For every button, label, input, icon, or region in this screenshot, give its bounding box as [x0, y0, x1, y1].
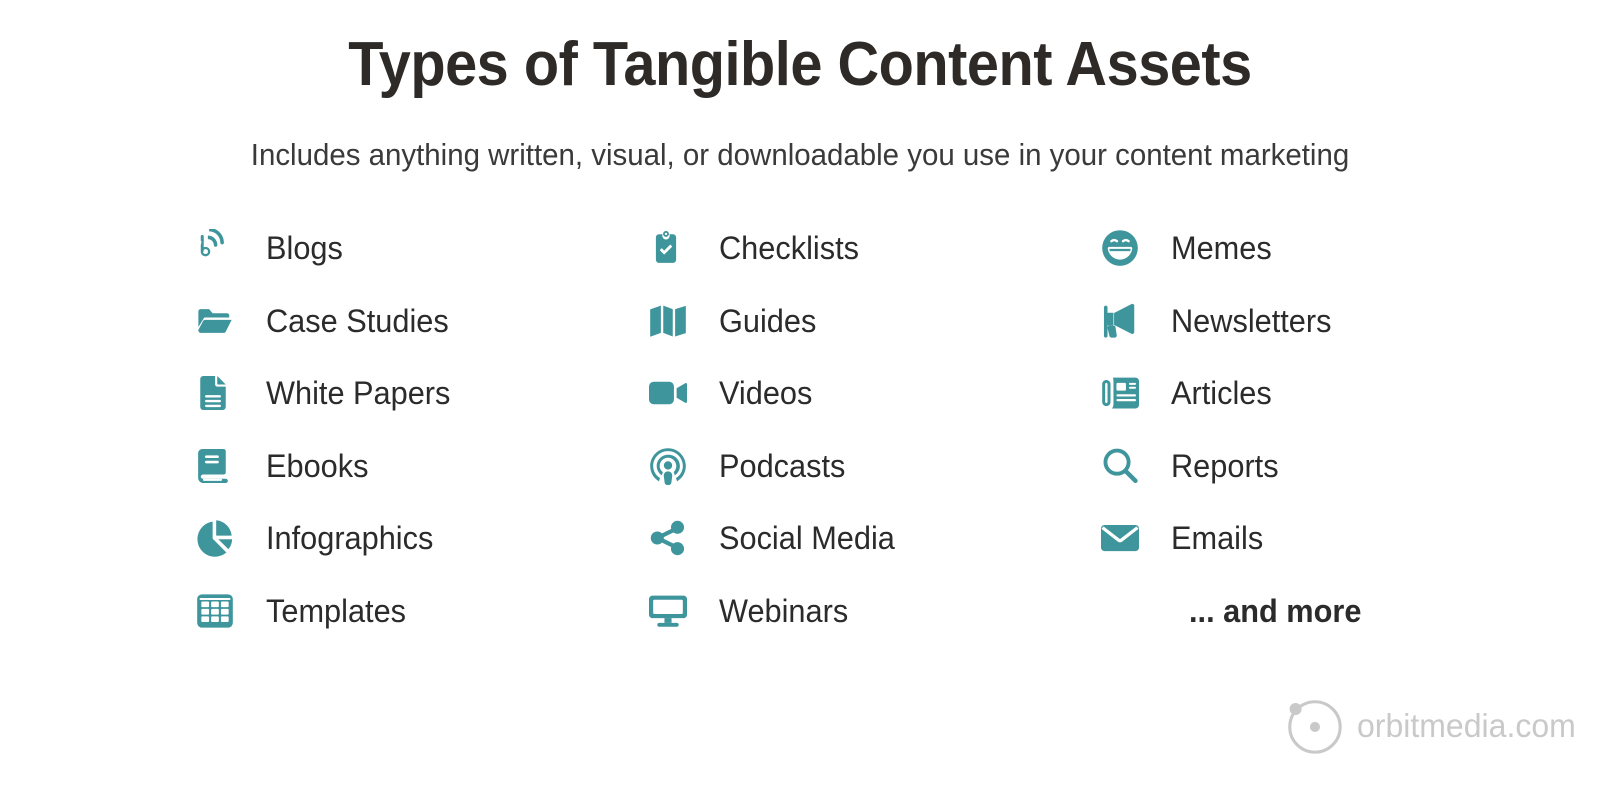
list-item-label: Videos	[719, 375, 813, 412]
asset-type-columns: Blogs Case Studies White Papers Ebooks I…	[0, 212, 1600, 642]
list-item-label: White Papers	[266, 375, 451, 412]
list-item[interactable]: Templates	[196, 575, 636, 648]
list-item-label: Webinars	[719, 592, 849, 629]
grid-table-icon	[196, 588, 242, 634]
list-item[interactable]: Blogs	[196, 212, 636, 285]
list-item-label: Guides	[719, 302, 817, 339]
video-camera-icon	[649, 370, 695, 416]
bullhorn-icon	[1101, 298, 1147, 344]
document-icon	[196, 370, 242, 416]
infographic-canvas: Types of Tangible Content Assets Include…	[0, 0, 1600, 800]
list-item-label: Newsletters	[1171, 302, 1332, 339]
list-item[interactable]: Reports	[1101, 430, 1541, 503]
list-item-label: Articles	[1171, 375, 1272, 412]
list-item[interactable]: White Papers	[196, 357, 636, 430]
list-item-label: Memes	[1171, 230, 1272, 267]
list-item-label: Checklists	[719, 230, 859, 267]
list-item[interactable]: Guides	[649, 285, 1089, 358]
list-item-label: Templates	[266, 592, 407, 629]
clipboard-check-icon	[649, 225, 695, 271]
list-item-label: Podcasts	[719, 447, 846, 484]
map-icon	[649, 298, 695, 344]
magnifying-glass-icon	[1101, 443, 1147, 489]
list-item-label: ... and more	[1189, 592, 1362, 629]
list-item[interactable]: Infographics	[196, 502, 636, 575]
list-item[interactable]: Podcasts	[649, 430, 1089, 503]
list-item-label: Emails	[1171, 520, 1264, 557]
list-item-label: Case Studies	[266, 302, 449, 339]
page-subtitle: Includes anything written, visual, or do…	[250, 137, 1350, 172]
envelope-icon	[1101, 515, 1147, 561]
share-nodes-icon	[649, 515, 695, 561]
list-item-label: Reports	[1171, 447, 1279, 484]
newspaper-icon	[1101, 370, 1147, 416]
page-title: Types of Tangible Content Assets	[348, 30, 1252, 99]
blog-icon	[196, 225, 242, 271]
list-item-label: Ebooks	[266, 447, 369, 484]
logo-text: orbitmedia.com	[1357, 706, 1576, 744]
podcast-icon	[649, 443, 695, 489]
desktop-monitor-icon	[649, 588, 695, 634]
list-item[interactable]: Case Studies	[196, 285, 636, 358]
list-item[interactable]: Articles	[1101, 357, 1541, 430]
list-item-label: Blogs	[266, 230, 343, 267]
list-item[interactable]: Social Media	[649, 502, 1089, 575]
folder-icon	[196, 298, 242, 344]
list-item[interactable]: Newsletters	[1101, 285, 1541, 358]
list-item[interactable]: Ebooks	[196, 430, 636, 503]
orbitmedia-logo[interactable]: orbitmedia.com	[1283, 694, 1583, 756]
pie-chart-icon	[196, 515, 242, 561]
list-item[interactable]: Emails	[1101, 502, 1541, 575]
book-icon	[196, 443, 242, 489]
asset-column-1: Blogs Case Studies White Papers Ebooks I…	[196, 212, 636, 647]
asset-column-3: Memes Newsletters Articles Reports Email…	[1101, 212, 1541, 647]
asset-column-2: Checklists Guides Videos Podcasts Social…	[649, 212, 1089, 647]
grin-face-icon	[1101, 225, 1147, 271]
orbit-logo-icon	[1283, 694, 1345, 756]
list-item[interactable]: Webinars	[649, 575, 1089, 648]
list-item-and-more: ... and more	[1101, 575, 1541, 648]
list-item-label: Infographics	[266, 520, 434, 557]
list-item[interactable]: Memes	[1101, 212, 1541, 285]
list-item[interactable]: Videos	[649, 357, 1089, 430]
list-item-label: Social Media	[719, 520, 895, 557]
list-item[interactable]: Checklists	[649, 212, 1089, 285]
